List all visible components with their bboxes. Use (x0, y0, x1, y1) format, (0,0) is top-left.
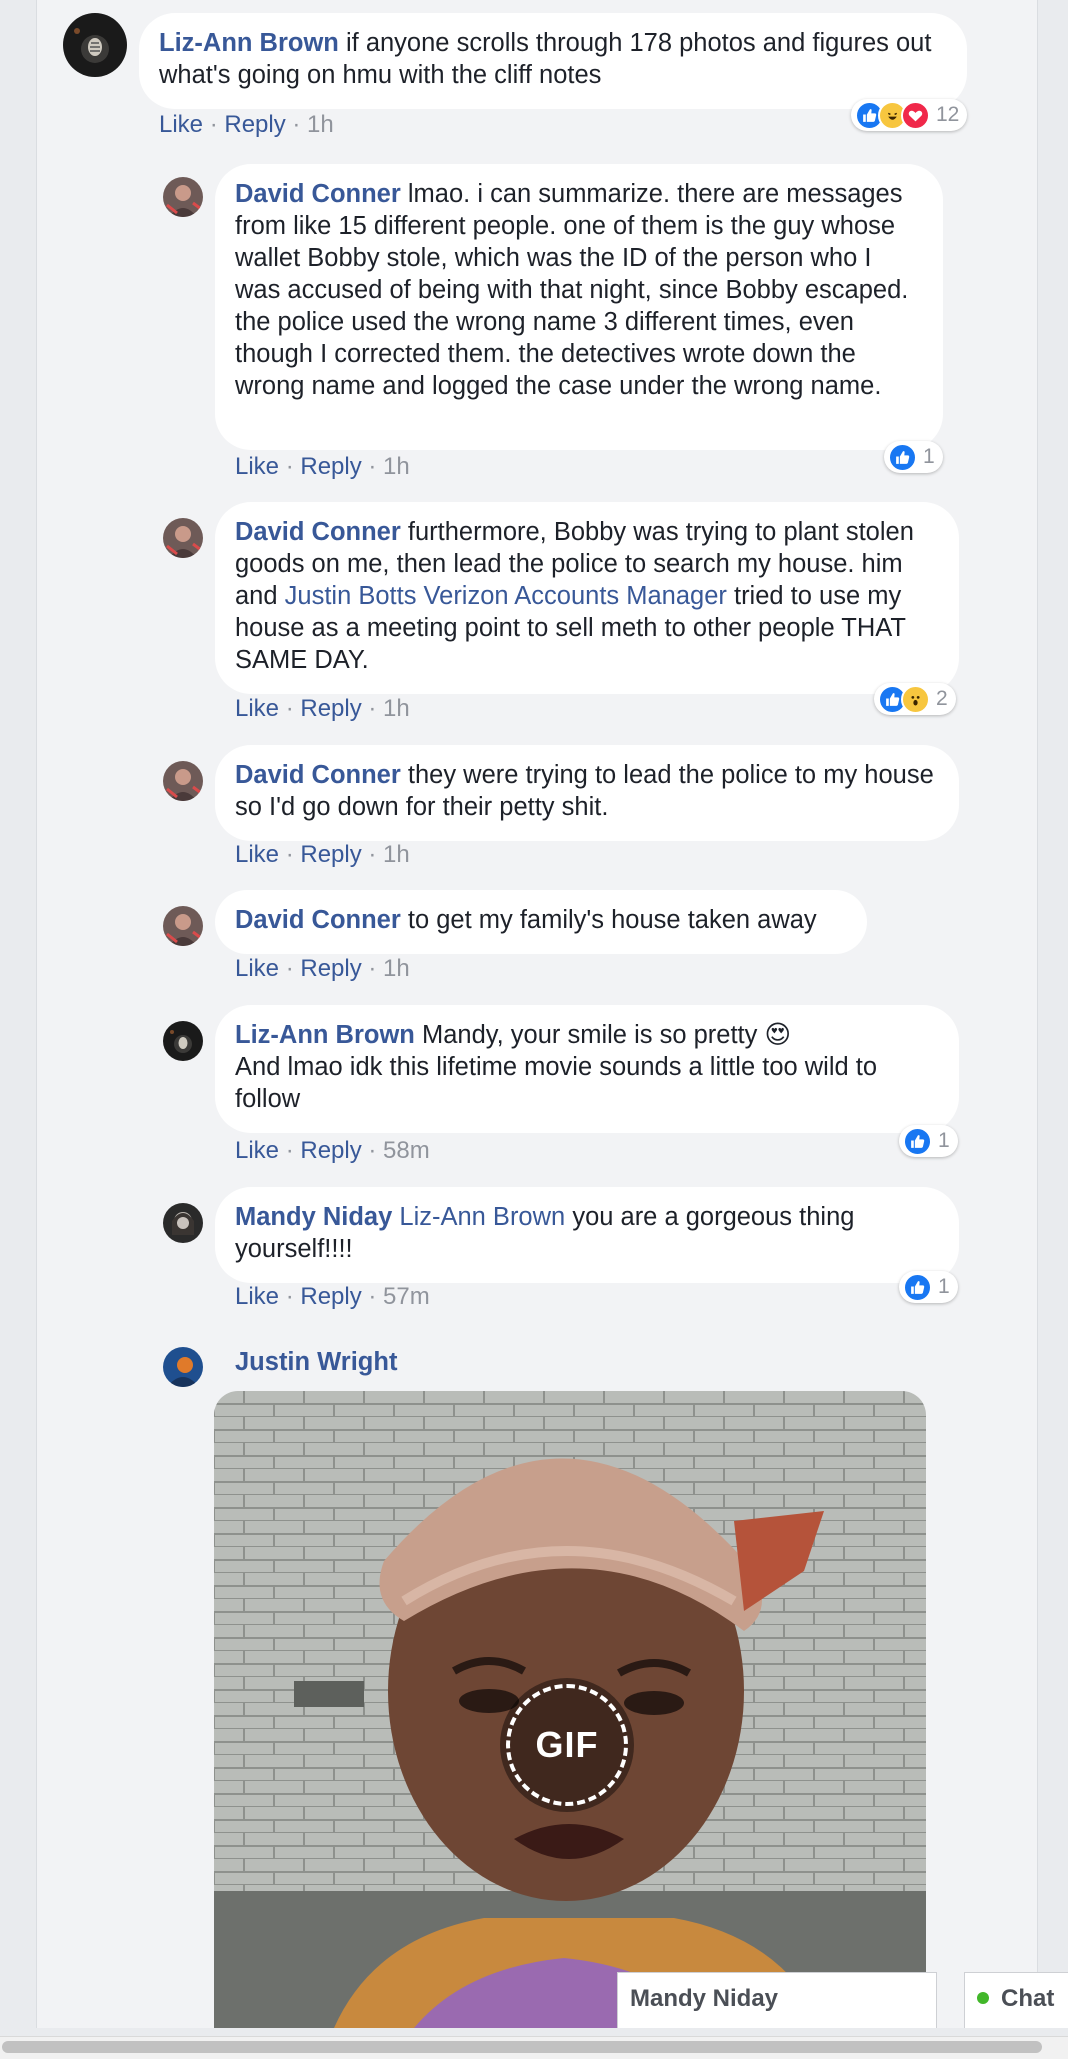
avatar[interactable] (163, 1203, 203, 1243)
comment-text: lmao. i can summarize. there are message… (235, 180, 909, 400)
wow-icon (901, 684, 930, 714)
reaction-summary[interactable]: 2 (874, 683, 956, 715)
online-status-icon (977, 1991, 989, 2004)
mention-link[interactable]: Liz-Ann Brown (399, 1203, 565, 1231)
comment-text: Mandy, your smile is so pretty (421, 1021, 758, 1049)
like-icon (903, 1272, 932, 1302)
heart-eyes-emoji-icon: 😍 (764, 1021, 792, 1049)
avatar[interactable] (163, 761, 203, 801)
comment-author[interactable]: Liz-Ann Brown (159, 29, 339, 57)
comment-time[interactable]: 1h (383, 841, 410, 868)
reply-link[interactable]: Reply (224, 111, 285, 138)
reaction-summary[interactable]: 1 (884, 441, 943, 473)
comment-author[interactable]: Justin Wright (235, 1348, 397, 1377)
comment-author[interactable]: David Conner (235, 180, 401, 208)
gif-label: GIF (535, 1724, 599, 1765)
avatar[interactable] (163, 518, 203, 558)
reply-link[interactable]: Reply (300, 695, 361, 722)
comment-actions: Like · Reply · 1h (235, 695, 410, 722)
like-link[interactable]: Like (159, 111, 203, 138)
comment-bubble: David Conner lmao. i can summarize. ther… (215, 164, 943, 450)
reply-link[interactable]: Reply (300, 841, 361, 868)
love-icon (901, 100, 930, 130)
avatar[interactable] (163, 177, 203, 217)
chat-tab-mandy-niday[interactable]: Mandy Niday (617, 1972, 937, 2028)
reply-link[interactable]: Reply (300, 1283, 361, 1310)
reaction-count: 1 (923, 445, 935, 468)
comment-actions: Like · Reply · 1h (235, 453, 410, 480)
chat-tab-label: Mandy Niday (630, 1985, 779, 2012)
comment-bubble: David Conner to get my family's house ta… (215, 890, 867, 954)
comment-actions: Like · Reply · 58m (235, 1137, 430, 1164)
comment-time[interactable]: 57m (383, 1283, 430, 1310)
chat-sidebar-tab[interactable]: Chat (964, 1972, 1068, 2028)
avatar[interactable] (163, 1021, 203, 1061)
comment-actions: Like · Reply · 1h (159, 111, 334, 138)
reaction-summary[interactable]: 12 (851, 99, 968, 131)
comment-time[interactable]: 1h (307, 111, 334, 138)
reply-link[interactable]: Reply (300, 453, 361, 480)
avatar[interactable] (63, 13, 127, 77)
comment-time[interactable]: 1h (383, 955, 410, 982)
reaction-summary[interactable]: 1 (899, 1271, 958, 1303)
comment-author[interactable]: David Conner (235, 518, 401, 546)
comment-bubble: Liz-Ann Brown if anyone scrolls through … (139, 13, 967, 109)
like-link[interactable]: Like (235, 695, 279, 722)
reaction-count: 2 (936, 687, 948, 710)
avatar[interactable] (163, 1347, 203, 1387)
like-link[interactable]: Like (235, 841, 279, 868)
comment-author[interactable]: Liz-Ann Brown (235, 1021, 415, 1049)
comment-actions: Like · Reply · 57m (235, 1283, 430, 1310)
comment-bubble: David Conner furthermore, Bobby was tryi… (215, 502, 959, 694)
comment-author[interactable]: David Conner (235, 761, 401, 789)
reaction-count: 12 (936, 103, 960, 126)
like-link[interactable]: Like (235, 1283, 279, 1310)
gif-play-button[interactable]: GIF (500, 1678, 634, 1812)
comment-actions: Like · Reply · 1h (235, 955, 410, 982)
comment-time[interactable]: 1h (383, 695, 410, 722)
chat-label: Chat (1001, 1985, 1055, 2012)
like-icon (888, 442, 917, 472)
comment-author[interactable]: David Conner (235, 906, 401, 934)
avatar[interactable] (163, 906, 203, 946)
like-link[interactable]: Like (235, 1137, 279, 1164)
reaction-count: 1 (938, 1275, 950, 1298)
comment-author[interactable]: Mandy Niday (235, 1203, 392, 1231)
comment-time[interactable]: 58m (383, 1137, 430, 1164)
reaction-summary[interactable]: 1 (899, 1125, 958, 1157)
mention-link[interactable]: Justin Botts Verizon Accounts Manager (285, 582, 727, 610)
comment-time[interactable]: 1h (383, 453, 410, 480)
comment-text: to get my family's house taken away (407, 906, 817, 934)
horizontal-scrollbar[interactable] (0, 2036, 1068, 2059)
reply-link[interactable]: Reply (300, 1137, 361, 1164)
reply-link[interactable]: Reply (300, 955, 361, 982)
reaction-count: 1 (938, 1129, 950, 1152)
like-link[interactable]: Like (235, 955, 279, 982)
comment-bubble: Liz-Ann Brown Mandy, your smile is so pr… (215, 1005, 959, 1133)
comment-bubble: Mandy Niday Liz-Ann Brown you are a gorg… (215, 1187, 959, 1283)
scrollbar-thumb[interactable] (2, 2041, 1042, 2053)
gif-attachment[interactable]: GIF (214, 1391, 926, 2028)
comment-actions: Like · Reply · 1h (235, 841, 410, 868)
like-icon (903, 1126, 932, 1156)
like-link[interactable]: Like (235, 453, 279, 480)
comment-text: And lmao idk this lifetime movie sounds … (235, 1053, 878, 1113)
comment-bubble: David Conner they were trying to lead th… (215, 745, 959, 841)
